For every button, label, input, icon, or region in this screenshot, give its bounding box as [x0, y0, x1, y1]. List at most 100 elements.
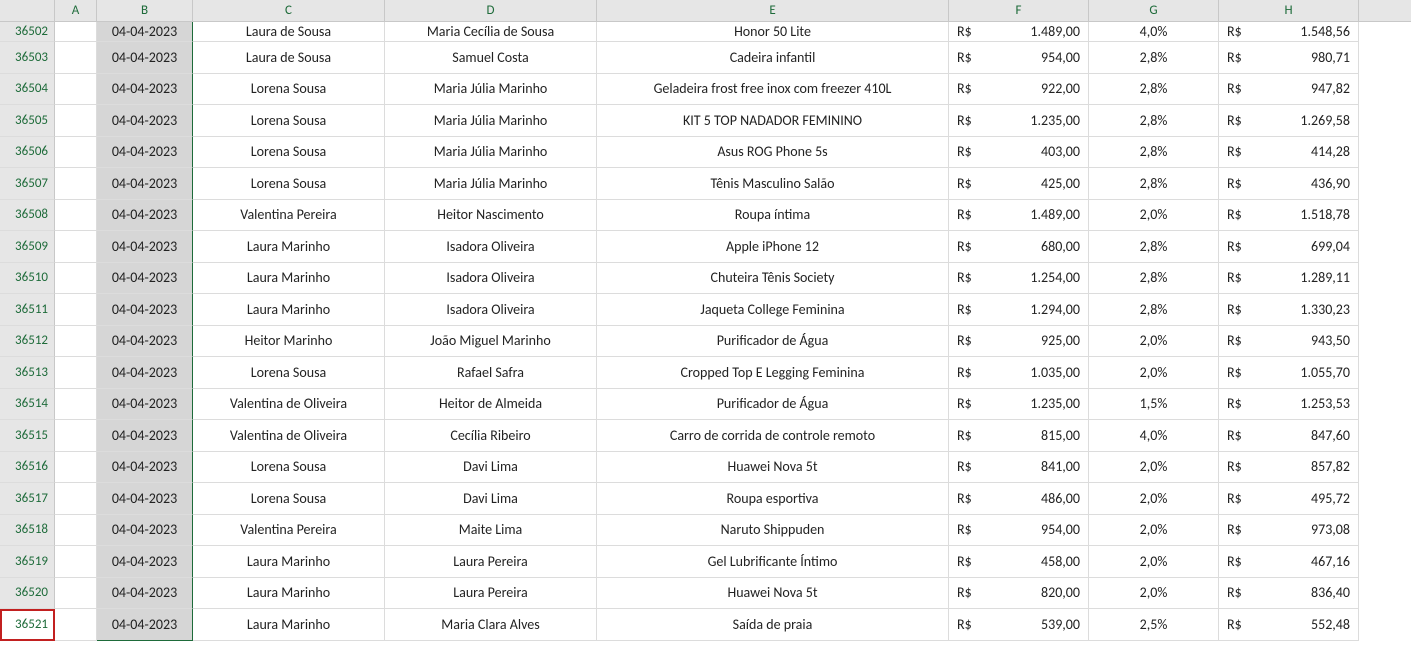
col-header-F[interactable]: F — [949, 0, 1089, 21]
cell-date[interactable]: 04-04-2023 — [97, 105, 193, 137]
cell-total[interactable]: R$857,82 — [1219, 452, 1359, 484]
cell-product[interactable]: Tênis Masculino Salão — [597, 168, 949, 200]
cell-seller[interactable]: Valentina Pereira — [193, 200, 385, 232]
cell-price[interactable]: R$1.035,00 — [949, 357, 1089, 389]
cell-percent[interactable]: 2,0% — [1089, 452, 1219, 484]
row-header[interactable]: 36511 — [0, 294, 55, 326]
cell-price[interactable]: R$954,00 — [949, 42, 1089, 74]
cell-customer[interactable]: João Miguel Marinho — [385, 326, 597, 358]
row-header[interactable]: 36518 — [0, 515, 55, 547]
cell-date[interactable]: 04-04-2023 — [97, 420, 193, 452]
cell-date[interactable]: 04-04-2023 — [97, 22, 193, 42]
cell-A[interactable] — [55, 74, 97, 106]
cell-total[interactable]: R$980,71 — [1219, 42, 1359, 74]
cell-product[interactable]: Carro de corrida de controle remoto — [597, 420, 949, 452]
cell-product[interactable]: Gel Lubrificante Íntimo — [597, 546, 949, 578]
cell-seller[interactable]: Lorena Sousa — [193, 452, 385, 484]
cell-A[interactable] — [55, 105, 97, 137]
col-header-G[interactable]: G — [1089, 0, 1219, 21]
col-header-E[interactable]: E — [597, 0, 949, 21]
cell-price[interactable]: R$680,00 — [949, 231, 1089, 263]
row-header[interactable]: 36519 — [0, 546, 55, 578]
cell-A[interactable] — [55, 483, 97, 515]
cell-customer[interactable]: Maria Júlia Marinho — [385, 168, 597, 200]
cell-seller[interactable]: Lorena Sousa — [193, 74, 385, 106]
cell-seller[interactable]: Valentina Pereira — [193, 515, 385, 547]
row-header[interactable]: 36513 — [0, 357, 55, 389]
cell-percent[interactable]: 2,8% — [1089, 294, 1219, 326]
row-header[interactable]: 36506 — [0, 137, 55, 169]
cell-A[interactable] — [55, 42, 97, 74]
cell-percent[interactable]: 2,0% — [1089, 483, 1219, 515]
cell-date[interactable]: 04-04-2023 — [97, 42, 193, 74]
cell-total[interactable]: R$467,16 — [1219, 546, 1359, 578]
cell-price[interactable]: R$820,00 — [949, 578, 1089, 610]
cell-product[interactable]: Huawei Nova 5t — [597, 578, 949, 610]
cell-seller[interactable]: Valentina de Oliveira — [193, 420, 385, 452]
cell-product[interactable]: Roupa íntima — [597, 200, 949, 232]
cell-percent[interactable]: 2,8% — [1089, 42, 1219, 74]
cell-price[interactable]: R$1.294,00 — [949, 294, 1089, 326]
cell-percent[interactable]: 2,0% — [1089, 515, 1219, 547]
cell-A[interactable] — [55, 546, 97, 578]
cell-total[interactable]: R$847,60 — [1219, 420, 1359, 452]
cell-customer[interactable]: Maite Lima — [385, 515, 597, 547]
cell-date[interactable]: 04-04-2023 — [97, 452, 193, 484]
cell-price[interactable]: R$925,00 — [949, 326, 1089, 358]
cell-product[interactable]: Geladeira frost free inox com freezer 41… — [597, 74, 949, 106]
col-header-B[interactable]: B — [97, 0, 193, 21]
cell-price[interactable]: R$1.235,00 — [949, 105, 1089, 137]
cell-A[interactable] — [55, 231, 97, 263]
cell-customer[interactable]: Isadora Oliveira — [385, 294, 597, 326]
cell-percent[interactable]: 2,0% — [1089, 578, 1219, 610]
cell-A[interactable] — [55, 420, 97, 452]
row-header[interactable]: 36502 — [0, 22, 55, 42]
cell-A[interactable] — [55, 168, 97, 200]
cell-percent[interactable]: 1,5% — [1089, 389, 1219, 421]
row-header[interactable]: 36517 — [0, 483, 55, 515]
cell-product[interactable]: Roupa esportiva — [597, 483, 949, 515]
cell-seller[interactable]: Laura Marinho — [193, 231, 385, 263]
cell-date[interactable]: 04-04-2023 — [97, 326, 193, 358]
cell-price[interactable]: R$841,00 — [949, 452, 1089, 484]
cell-date[interactable]: 04-04-2023 — [97, 137, 193, 169]
row-header[interactable]: 36521 — [0, 609, 55, 641]
cell-customer[interactable]: Laura Pereira — [385, 578, 597, 610]
cell-A[interactable] — [55, 515, 97, 547]
cell-date[interactable]: 04-04-2023 — [97, 200, 193, 232]
cell-customer[interactable]: Maria Júlia Marinho — [385, 74, 597, 106]
cell-seller[interactable]: Lorena Sousa — [193, 483, 385, 515]
cell-date[interactable]: 04-04-2023 — [97, 609, 193, 641]
cell-date[interactable]: 04-04-2023 — [97, 515, 193, 547]
cell-percent[interactable]: 4,0% — [1089, 22, 1219, 42]
cell-customer[interactable]: Maria Clara Alves — [385, 609, 597, 641]
col-header-C[interactable]: C — [193, 0, 385, 21]
cell-seller[interactable]: Laura Marinho — [193, 263, 385, 295]
cell-date[interactable]: 04-04-2023 — [97, 546, 193, 578]
cell-seller[interactable]: Laura de Sousa — [193, 22, 385, 42]
cell-customer[interactable]: Maria Cecília de Sousa — [385, 22, 597, 42]
cell-date[interactable]: 04-04-2023 — [97, 168, 193, 200]
row-header[interactable]: 36505 — [0, 105, 55, 137]
row-header[interactable]: 36503 — [0, 42, 55, 74]
cell-A[interactable] — [55, 389, 97, 421]
cell-customer[interactable]: Davi Lima — [385, 452, 597, 484]
cell-date[interactable]: 04-04-2023 — [97, 74, 193, 106]
row-header[interactable]: 36508 — [0, 200, 55, 232]
row-header[interactable]: 36509 — [0, 231, 55, 263]
cell-customer[interactable]: Cecília Ribeiro — [385, 420, 597, 452]
cell-seller[interactable]: Laura Marinho — [193, 578, 385, 610]
cell-A[interactable] — [55, 263, 97, 295]
cell-price[interactable]: R$1.254,00 — [949, 263, 1089, 295]
row-header[interactable]: 36510 — [0, 263, 55, 295]
cell-product[interactable]: KIT 5 TOP NADADOR FEMININO — [597, 105, 949, 137]
cell-total[interactable]: R$947,82 — [1219, 74, 1359, 106]
cell-percent[interactable]: 2,8% — [1089, 105, 1219, 137]
cell-date[interactable]: 04-04-2023 — [97, 483, 193, 515]
cell-date[interactable]: 04-04-2023 — [97, 357, 193, 389]
cell-total[interactable]: R$414,28 — [1219, 137, 1359, 169]
cell-total[interactable]: R$1.518,78 — [1219, 200, 1359, 232]
cell-customer[interactable]: Maria Júlia Marinho — [385, 137, 597, 169]
cell-product[interactable]: Naruto Shippuden — [597, 515, 949, 547]
cell-A[interactable] — [55, 22, 97, 42]
